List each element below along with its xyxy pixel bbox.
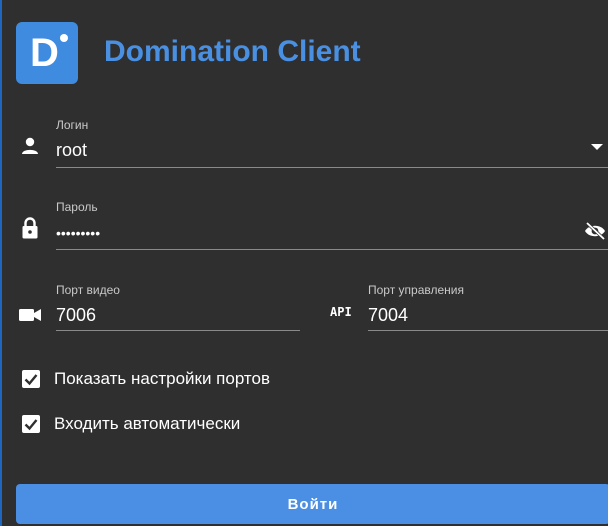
password-label: Пароль: [56, 200, 98, 214]
logo-letter: D: [30, 31, 59, 75]
show-ports-label[interactable]: Показать настройки портов: [54, 368, 270, 390]
control-port-underline: [368, 330, 608, 331]
login-window: D Domination Client Логин root Пароль ••…: [0, 0, 608, 526]
auto-login-label[interactable]: Входить автоматически: [54, 413, 240, 435]
password-input[interactable]: •••••••••: [56, 222, 100, 244]
control-port-label: Порт управления: [368, 283, 464, 297]
dropdown-arrow-icon[interactable]: [590, 143, 604, 151]
app-title: Domination Client: [104, 35, 361, 68]
video-port-input[interactable]: 7006: [56, 304, 96, 326]
eye-off-icon[interactable]: [584, 222, 606, 240]
video-port-label: Порт видео: [56, 283, 120, 297]
lock-icon: [22, 217, 38, 239]
login-label: Логин: [56, 118, 89, 132]
auto-login-checkbox[interactable]: [22, 415, 40, 433]
logo-dot: [60, 34, 68, 42]
checkmark-icon: [24, 419, 38, 431]
login-input[interactable]: root: [56, 139, 87, 161]
app-logo: D: [16, 22, 78, 84]
show-ports-checkbox[interactable]: [22, 370, 40, 388]
login-button[interactable]: Войти: [16, 484, 608, 524]
video-port-underline: [56, 330, 300, 331]
control-port-input[interactable]: 7004: [368, 304, 408, 326]
api-icon: API: [330, 305, 352, 319]
password-underline: [56, 249, 608, 250]
checkmark-icon: [24, 374, 38, 386]
login-underline: [56, 167, 608, 168]
videocam-icon: [19, 309, 41, 321]
person-icon: [22, 137, 38, 154]
